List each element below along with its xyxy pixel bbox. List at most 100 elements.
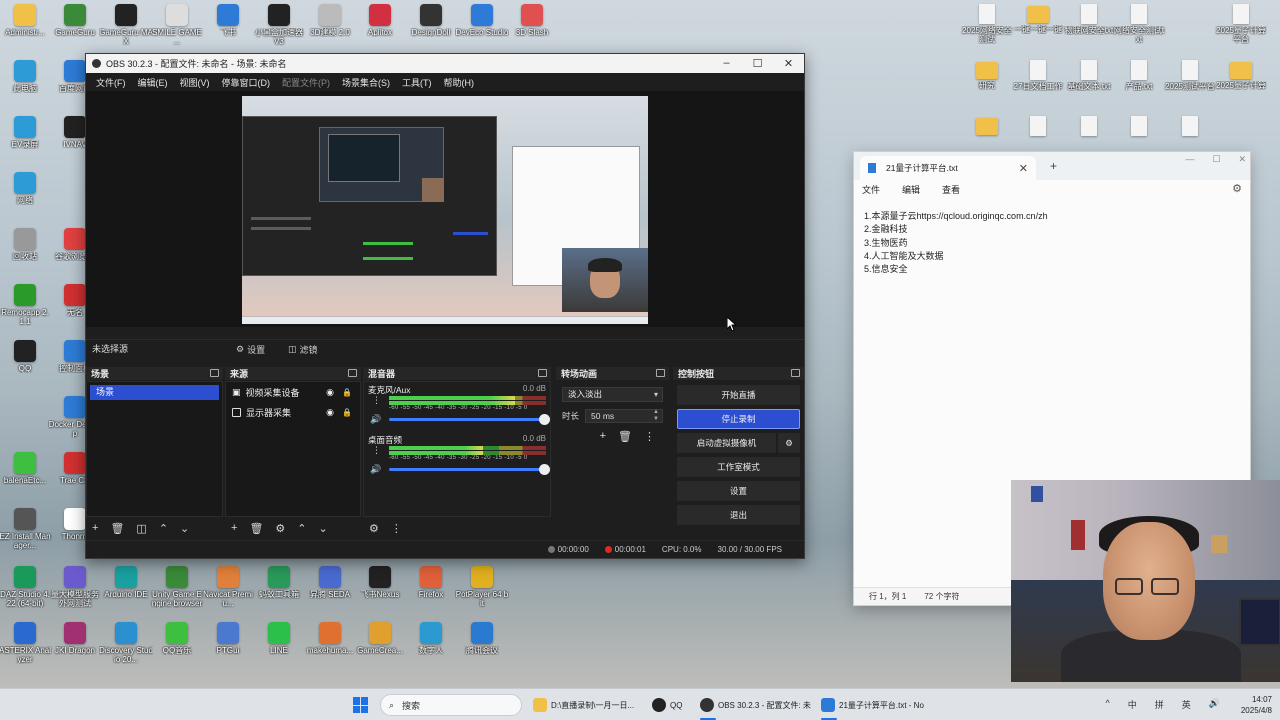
remove-transition-icon[interactable]: 🗑 [618,430,632,443]
desktop-icon[interactable]: makehuma... [303,618,357,672]
desktop-icon[interactable]: 昇腾 SEDA [303,562,357,616]
desktop-icon[interactable]: 2025量子计算 [1214,56,1268,110]
desktop-icon[interactable]: 物联网安全txt [1062,0,1116,54]
volume-slider[interactable] [389,414,550,425]
transition-select[interactable]: 淡入淡出 ▾ [562,387,663,402]
filters-button[interactable]: ◫ 滤镜 [288,342,318,356]
desktop-icon[interactable]: 蚂蚁工具箱 [252,562,306,616]
remove-scene-icon[interactable]: 🗑 [110,522,124,535]
source-item[interactable]: 显示器采集 ◉ 🔒 [226,402,360,422]
desktop-icon[interactable]: 飞书 [201,0,255,54]
desktop-icon[interactable]: balenaEtc... [0,448,52,502]
desktop-icon[interactable]: 量大模型服务 外网测试 [48,562,102,616]
desktop-icon[interactable]: GameCrea... [353,618,407,672]
desktop-icon[interactable]: DAZ Studio 4.22 (64-bit) [0,562,52,616]
add-source-icon[interactable]: + [231,522,237,534]
desktop-icon[interactable]: 小黑盒加速器 V3 [252,0,306,54]
lock-icon[interactable]: 🔒 [342,388,352,397]
start-stream-button[interactable]: 开始直播 [677,385,800,405]
spinner-icon[interactable]: ▲ ▼ [653,409,659,423]
preview-area[interactable] [86,91,804,327]
desktop-icon[interactable]: PotPlayer 64 bit [455,562,509,616]
virtual-camera-button[interactable]: 启动虚拟摄像机 [677,433,776,453]
taskbar-app-notepad[interactable]: 21量子计算平台.txt - No [821,695,924,720]
menu-tools[interactable]: 工具(T) [402,76,432,89]
menu-help[interactable]: 帮助(H) [444,76,475,89]
desktop-icon[interactable]: Aplitox [353,0,407,54]
scene-item[interactable]: 场景 [90,385,219,400]
speaker-icon[interactable]: 🔊 [370,464,381,475]
add-transition-icon[interactable]: + [600,430,606,443]
desktop-icon[interactable]: EV录屏 [0,112,52,166]
channel-menu-icon[interactable]: ⋮ [372,445,381,456]
desktop-icon[interactable]: QQ [0,336,52,390]
source-gear-icon[interactable]: ⚙ [275,522,285,535]
menu-file[interactable]: 文件(F) [96,76,126,89]
undock-icon[interactable] [210,369,219,377]
desktop-icon[interactable]: Navicat Premiu... [201,562,255,616]
desktop-icon[interactable]: 飞书Nexus [353,562,407,616]
undock-icon[interactable] [538,369,547,377]
remove-source-icon[interactable]: 🗑 [249,522,263,535]
desktop-icon[interactable]: Firefox [404,562,458,616]
desktop-icon[interactable]: 此电脑 [0,56,52,110]
menu-edit[interactable]: 编辑(E) [138,76,168,89]
desktop-icon[interactable]: GameGuru [48,0,102,54]
desktop-icon[interactable]: 3D建模 2.0 [303,0,357,54]
desktop-icon[interactable]: Arduino IDE [99,562,153,616]
move-down-icon[interactable]: ⌄ [180,522,189,535]
volume-icon[interactable]: 🔊 [1209,698,1220,711]
properties-button[interactable]: ⚙ 设置 [236,342,265,356]
desktop-icon[interactable]: 2025网络安全测试 [960,0,1014,54]
minimize-button[interactable]: — [1185,154,1194,165]
duration-input[interactable]: 50 ms ▲ ▼ [585,409,663,423]
desktop-icon[interactable]: DesignDoll [404,0,458,54]
desktop-icon[interactable]: 3D Slash [505,0,559,54]
minimize-button[interactable]: – [711,57,742,70]
taskbar-app-obs[interactable]: OBS 30.2.3 - 配置文件: 未 [700,695,811,720]
taskbar-app-qq[interactable]: QQ [652,695,682,715]
desktop-icon[interactable]: LINE [252,618,306,672]
menu-file[interactable]: 文件 [862,183,880,196]
preview-canvas[interactable] [242,96,648,324]
move-up-icon[interactable]: ⌃ [297,522,306,535]
speaker-icon[interactable]: 🔊 [370,414,381,425]
desktop-icon[interactable]: 基础文本.txt [1062,56,1116,110]
desktop-icon[interactable]: QQ音乐 [150,618,204,672]
add-scene-icon[interactable]: + [92,522,98,534]
desktop-icon[interactable]: 回收站 [0,224,52,278]
close-button[interactable]: ✕ [773,57,804,70]
desktop-icon[interactable]: 腾讯会议 [455,618,509,672]
desktop-icon[interactable]: Administr... [0,0,52,54]
notepad-text-area[interactable]: 1.本源量子云https://qcloud.originqc.com.cn/zh… [864,210,1242,276]
desktop-icon[interactable]: 研究 [960,56,1014,110]
settings-button[interactable]: 设置 [677,481,800,501]
desktop-icon[interactable]: 2025量子计算平台 [1214,0,1268,54]
maximize-button[interactable]: ☐ [742,57,773,70]
desktop-icon[interactable]: Unity Game Engine browser 2 [150,562,204,616]
desktop-icon[interactable]: SMILE GAME ... [150,0,204,54]
undock-icon[interactable] [791,369,800,377]
mixer-menu-icon[interactable]: ⋮ [391,522,402,535]
settings-gear-icon[interactable]: ⚙ [1232,182,1242,195]
desktop-icon[interactable]: GameGuru MAX [99,0,153,54]
menu-view[interactable]: 视图(V) [180,76,210,89]
visibility-eye-icon[interactable]: ◉ [326,387,334,398]
desktop-icon[interactable]: JKI Dragon [48,618,102,672]
tray-overflow-icon[interactable]: ^ [1106,698,1110,711]
undock-icon[interactable] [348,369,357,377]
desktop-icon[interactable]: 27日文档工作 [1011,56,1065,110]
desktop-icon[interactable]: 一键一键一键 [1011,0,1065,54]
desktop-icon[interactable]: 产品.txt [1112,56,1166,110]
desktop-icon[interactable]: 网络 [0,168,52,222]
transition-menu-icon[interactable]: ⋮ [644,430,655,443]
mixer-settings-icon[interactable]: ⚙ [369,522,379,535]
menu-edit[interactable]: 编辑 [902,183,920,196]
desktop-icon[interactable]: 2025测试平台 [1163,56,1217,110]
desktop-icon[interactable]: Discovery Studio 20... [99,618,153,672]
scene-filters-icon[interactable]: ◫ [136,522,146,535]
stop-record-button[interactable]: 停止录制 [677,409,800,429]
desktop-icon[interactable]: ASTERIX Analyzer [0,618,52,672]
exit-button[interactable]: 退出 [677,505,800,525]
taskbar-app-explorer[interactable]: D:\直播录制\一月一日... [533,695,634,715]
